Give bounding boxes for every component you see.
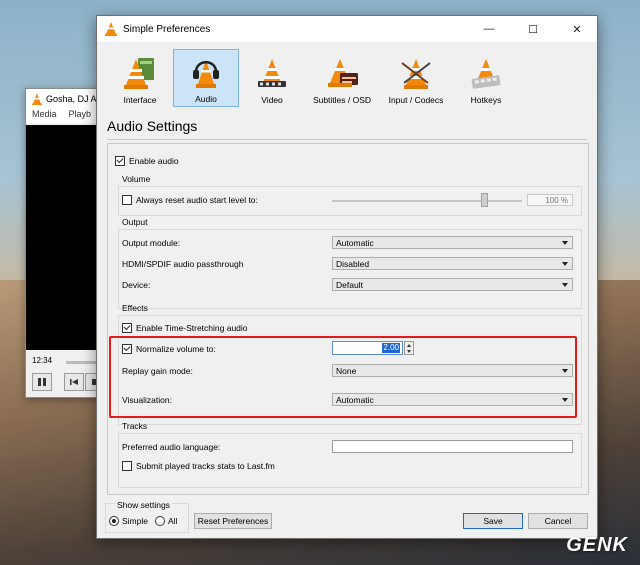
background-player-window[interactable]: Gosha, DJ A Media Playb 12:34 (25, 88, 106, 398)
volume-slider-track[interactable] (332, 200, 522, 202)
tab-subtitles-label: Subtitles / OSD (312, 95, 372, 105)
hdmi-passthrough-select[interactable]: Disabled (332, 257, 573, 270)
chevron-down-icon (562, 283, 568, 287)
preferences-dialog: Simple Preferences — ☐ ✕ Interface Audio… (96, 15, 598, 539)
tab-video[interactable]: Video (239, 49, 305, 107)
close-button[interactable]: ✕ (555, 16, 599, 42)
vlc-cone-icon (105, 22, 117, 36)
background-player-title: Gosha, DJ A (46, 94, 97, 104)
title-divider (107, 139, 587, 140)
enable-audio-label: Enable audio (129, 156, 179, 166)
video-area[interactable] (26, 125, 104, 350)
menu-playback[interactable]: Playb (69, 109, 92, 123)
simple-radio[interactable] (109, 516, 119, 526)
minimize-icon: — (483, 23, 495, 35)
output-module-label: Output module: (122, 238, 181, 248)
lastfm-stats-checkbox[interactable] (122, 461, 132, 471)
genk-watermark: GENK (566, 534, 628, 556)
time-stretch-checkbox[interactable] (122, 323, 132, 333)
volume-group-title: Volume (122, 174, 151, 184)
minimize-button[interactable]: — (467, 16, 511, 42)
settings-panel: Enable audio Volume Always reset audio s… (107, 143, 589, 495)
volume-level-field[interactable]: 100 % (527, 194, 573, 206)
device-select[interactable]: Default (332, 278, 573, 291)
simple-radio-label: Simple (122, 516, 148, 526)
tab-hotkeys-label: Hotkeys (470, 95, 502, 105)
tab-audio-label: Audio (195, 94, 217, 104)
maximize-button[interactable]: ☐ (511, 16, 555, 42)
reset-level-checkbox[interactable] (122, 195, 132, 205)
tab-input-codecs-label: Input / Codecs (388, 95, 444, 105)
page-title: Audio Settings (107, 118, 198, 134)
volume-slider-thumb[interactable] (481, 193, 488, 207)
background-player-titlebar[interactable]: Gosha, DJ A (26, 89, 104, 109)
hdmi-passthrough-value: Disabled (336, 258, 370, 269)
chevron-down-icon (562, 241, 568, 245)
pause-icon (38, 378, 46, 386)
previous-button[interactable] (64, 373, 84, 391)
enable-audio-checkbox[interactable] (115, 156, 125, 166)
cone-keyboard-icon (471, 59, 501, 89)
tab-interface[interactable]: Interface (107, 49, 173, 107)
tab-hotkeys[interactable]: Hotkeys (453, 49, 519, 107)
reset-preferences-button[interactable]: Reset Preferences (194, 513, 272, 529)
vlc-cone-icon (32, 93, 42, 105)
cone-subtitles-icon (328, 59, 358, 87)
cone-codecs-icon (401, 59, 431, 89)
preferred-language-input[interactable] (332, 440, 573, 453)
device-label: Device: (122, 280, 151, 290)
dialog-titlebar[interactable]: Simple Preferences — ☐ ✕ (97, 16, 597, 42)
tracks-group-title: Tracks (122, 421, 148, 431)
highlight-box (109, 336, 577, 418)
menu-media[interactable]: Media (32, 109, 57, 123)
reset-level-label: Always reset audio start level to: (136, 195, 258, 205)
show-settings-title: Show settings (115, 500, 172, 510)
tab-video-label: Video (261, 95, 283, 105)
close-icon: ✕ (572, 23, 582, 36)
cancel-button[interactable]: Cancel (528, 513, 588, 529)
all-radio[interactable] (155, 516, 165, 526)
background-player-menu: Media Playb (26, 109, 104, 123)
cone-interface-icon (124, 58, 154, 89)
preferred-language-label: Preferred audio language: (122, 442, 221, 452)
time-stretch-label: Enable Time-Stretching audio (136, 323, 248, 333)
maximize-icon: ☐ (528, 23, 538, 36)
device-value: Default (336, 279, 363, 290)
save-button[interactable]: Save (463, 513, 523, 529)
chevron-down-icon (562, 262, 568, 266)
output-module-value: Automatic (336, 237, 374, 248)
output-module-select[interactable]: Automatic (332, 236, 573, 249)
category-toolbar: Interface Audio Video Subtitles / OSD In… (107, 49, 519, 107)
cone-film-icon (258, 59, 286, 87)
elapsed-time: 12:34 (32, 356, 53, 365)
previous-icon (70, 379, 78, 385)
tab-input-codecs[interactable]: Input / Codecs (379, 49, 453, 107)
tab-interface-label: Interface (123, 95, 157, 105)
lastfm-stats-label: Submit played tracks stats to Last.fm (136, 461, 275, 471)
tab-subtitles-osd[interactable]: Subtitles / OSD (305, 49, 379, 107)
output-group-title: Output (122, 217, 148, 227)
effects-group-title: Effects (122, 303, 148, 313)
tab-audio[interactable]: Audio (173, 49, 239, 107)
dialog-title: Simple Preferences (123, 23, 211, 35)
all-radio-label: All (168, 516, 178, 526)
pause-button[interactable] (32, 373, 52, 391)
hdmi-passthrough-label: HDMI/SPDIF audio passthrough (122, 259, 244, 269)
headphones-cone-icon (193, 60, 219, 88)
